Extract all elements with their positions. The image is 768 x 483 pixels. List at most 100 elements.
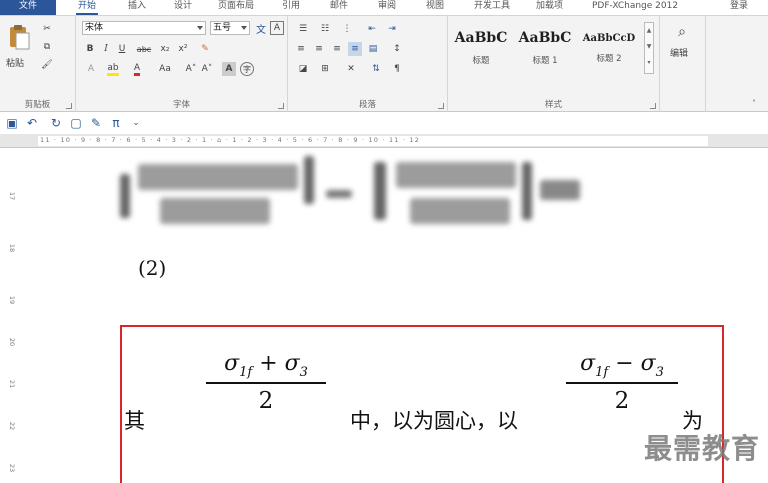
paragraph-launcher-icon[interactable] [438,103,444,109]
editing-group: ⌕ 编辑 [660,16,706,112]
styles-group: AaBbC 标题 AaBbC 标题 1 AaBbCcD 标题 2 ▲ ▼ ▾ 样… [448,16,660,112]
chevron-down-icon[interactable]: ▼ [645,39,653,55]
bullets-icon[interactable]: ☰ [294,22,312,36]
tab-mailings[interactable]: 邮件 [324,0,354,15]
text-zhong: 中，以为圆心，以 [350,409,518,433]
tab-review[interactable]: 审阅 [372,0,402,15]
borders-icon[interactable]: ⊞ [316,62,334,76]
font-group-label: 字体 [172,100,190,110]
chevron-down-icon [197,26,203,30]
fraction-diff-numerator: σ1f − σ3 [580,351,664,380]
increase-indent-icon[interactable]: ⇥ [384,22,400,36]
superscript-button[interactable]: x² [176,42,190,56]
shading-icon[interactable]: ◪ [294,62,312,76]
asian-layout-icon[interactable]: ✕ [342,62,360,76]
highlight-box: 其 σ1f + σ3 2 中，以为圆心，以 σ1f − σ3 2 为 [120,325,724,483]
styles-launcher-icon[interactable] [650,103,656,109]
pi-icon[interactable]: π [108,115,124,131]
tab-insert[interactable]: 插入 [122,0,152,15]
find-icon[interactable]: ⌕ [672,22,692,42]
collapse-ribbon-icon[interactable]: ˄ [748,98,760,108]
styles-scroll[interactable]: ▲ ▼ ▾ [644,22,654,74]
character-border-icon[interactable]: A [270,21,284,35]
font-size-value: 五号 [213,23,232,33]
customize-toolbar-icon[interactable]: ⌄ [128,115,144,131]
tab-references[interactable]: 引用 [276,0,306,15]
style-item-title[interactable]: AaBbC 标题 [452,20,510,72]
ruler-ticks: 11 · 10 · 9 · 8 · 7 · 6 · 5 · 4 · 3 · 2 … [40,136,421,144]
ribbon: 粘贴 ✂ ⧉ 🖌 剪贴板 宋体 五号 文 A B I U abc x₂ x² ✎… [0,16,768,112]
bold-button[interactable]: B [84,42,96,56]
tab-view[interactable]: 视图 [420,0,450,15]
tab-design[interactable]: 设计 [168,0,198,15]
clear-formatting-icon[interactable]: ✎ [198,42,212,56]
equation-line: 其 σ1f + σ3 2 中，以为圆心，以 σ1f − σ3 2 为 [122,327,726,447]
clipboard-launcher-icon[interactable] [66,103,72,109]
shrink-font-button[interactable]: A˅ [200,62,214,76]
tab-file[interactable]: 文件 [0,0,56,15]
tab-home[interactable]: 开始 [72,0,102,15]
vertical-ruler[interactable]: 17 18 19 20 21 22 23 [0,148,34,483]
more-styles-icon[interactable]: ▾ [645,55,653,71]
align-right-icon[interactable]: ≡ [330,42,344,56]
copy-icon[interactable]: ⧉ [40,40,54,54]
grow-font-button[interactable]: A˄ [184,62,198,76]
align-center-icon[interactable]: ≡ [312,42,326,56]
highlight-color-icon[interactable]: ab [104,62,122,76]
multilevel-list-icon[interactable]: ⋮ [338,22,356,36]
paste-icon[interactable] [6,22,32,52]
clipboard-group-label: 剪贴板 [24,100,51,110]
watermark-logo: 最需教育 [643,432,760,465]
save-icon[interactable]: ▣ [4,115,20,131]
redo-icon[interactable]: ↻ [48,115,64,131]
chevron-up-icon[interactable]: ▲ [645,23,653,39]
show-marks-icon[interactable]: ¶ [390,62,404,76]
distributed-icon[interactable]: ▤ [366,42,380,56]
tab-developer[interactable]: 开发工具 [468,0,516,15]
styles-group-label: 样式 [544,100,562,110]
font-launcher-icon[interactable] [278,103,284,109]
style-item-heading-1[interactable]: AaBbC 标题 1 [516,20,574,72]
ruler-tick: 23 [8,463,17,473]
tab-login[interactable]: 登录 [724,0,754,15]
paragraph-group: ☰ ☷ ⋮ ⇤ ⇥ ≡ ≡ ≡ ≡ ▤ ↕ ◪ ⊞ ✕ ⇅ ¶ 段落 [288,16,448,112]
fraction-diff-denominator: 2 [614,387,630,414]
phonetic-guide-icon[interactable]: 文 [254,21,268,36]
subscript-button[interactable]: x₂ [158,42,172,56]
format-painter-icon[interactable]: 🖌 [40,58,54,72]
sort-icon[interactable]: ⇅ [368,62,384,76]
font-name-select[interactable]: 宋体 [82,21,206,35]
edit-icon[interactable]: ✎ [88,115,104,131]
style-name: 标题 [472,56,490,66]
change-case-button[interactable]: Aa [152,62,178,76]
justify-icon[interactable]: ≡ [348,42,362,56]
style-sample: AaBbC [454,30,508,46]
ruler-tick: 21 [8,379,17,389]
clipboard-group: 粘贴 ✂ ⧉ 🖌 剪贴板 [0,16,76,112]
underline-button[interactable]: U [116,42,128,56]
ribbon-tab-row: 文件 开始 插入 设计 页面布局 引用 邮件 审阅 视图 开发工具 加载项 PD… [0,0,768,16]
editing-button[interactable]: 编辑 [670,46,688,59]
cut-icon[interactable]: ✂ [40,22,54,36]
numbering-icon[interactable]: ☷ [316,22,334,36]
text-effects-icon[interactable]: A [84,62,98,76]
new-document-icon[interactable]: ▢ [68,115,84,131]
fraction-sum-denominator: 2 [258,387,274,414]
align-left-icon[interactable]: ≡ [294,42,308,56]
line-spacing-icon[interactable]: ↕ [388,42,406,56]
decrease-indent-icon[interactable]: ⇤ [364,22,380,36]
horizontal-ruler[interactable]: 11 · 10 · 9 · 8 · 7 · 6 · 5 · 4 · 3 · 2 … [0,134,768,148]
character-shading-icon[interactable]: A [222,62,236,76]
tab-layout[interactable]: 页面布局 [212,0,260,15]
strikethrough-button[interactable]: abc [134,42,154,56]
equation-number: (2) [138,256,167,280]
italic-button[interactable]: I [100,42,112,56]
tab-pdf-xchange[interactable]: PDF-XChange 2012 [586,0,684,15]
undo-icon[interactable]: ↶ [24,115,40,131]
enclose-characters-icon[interactable]: 字 [240,62,254,76]
tab-addins[interactable]: 加载项 [530,0,569,15]
font-size-select[interactable]: 五号 [210,21,250,35]
font-color-icon[interactable]: A [128,62,146,76]
style-item-heading-2[interactable]: AaBbCcD 标题 2 [580,20,638,72]
paste-label[interactable]: 粘贴 [6,56,24,69]
